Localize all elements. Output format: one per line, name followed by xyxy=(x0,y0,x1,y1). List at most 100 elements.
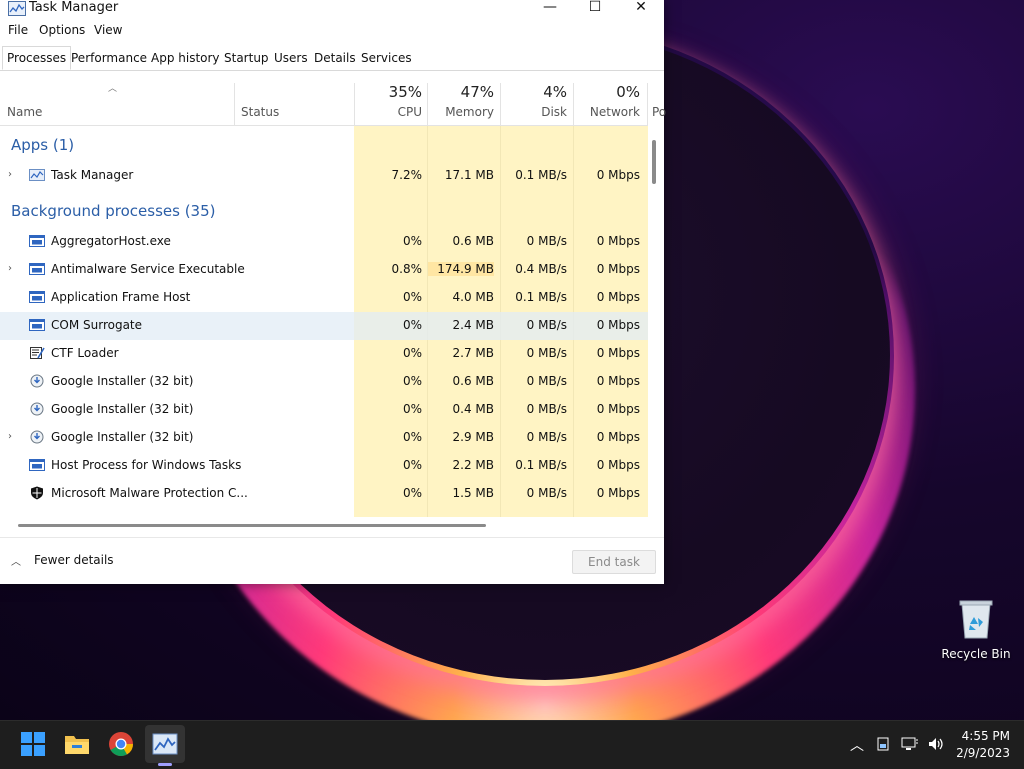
process-row[interactable]: AggregatorHost.exe 0% 0.6 MB 0 MB/s 0 Mbps xyxy=(0,228,648,256)
process-memory: 4.0 MB xyxy=(452,290,494,304)
end-task-button[interactable]: End task xyxy=(572,550,656,574)
process-memory: 1.5 MB xyxy=(452,486,494,500)
process-disk: 0 MB/s xyxy=(526,374,567,388)
column-status[interactable]: Status xyxy=(241,105,279,119)
process-row[interactable]: COM Surrogate 0% 2.4 MB 0 MB/s 0 Mbps xyxy=(0,312,648,340)
process-row[interactable]: Application Frame Host 0% 4.0 MB 0.1 MB/s 0 … xyxy=(0,284,648,312)
process-disk: 0 MB/s xyxy=(526,234,567,248)
column-headers: ︿ Name Status 35% CPU 47% Memory 4% Disk… xyxy=(0,83,666,126)
process-row[interactable]: › Task Manager 7.2% 17.1 MB 0.1 MB/s 0 Mbps xyxy=(0,162,648,190)
chevron-up-icon[interactable]: ︿ xyxy=(11,553,21,568)
process-disk: 0 MB/s xyxy=(526,402,567,416)
process-memory: 2.7 MB xyxy=(452,346,494,360)
chevron-right-icon[interactable]: › xyxy=(8,263,12,274)
menu-view[interactable]: View xyxy=(94,23,122,37)
recycle-bin-icon xyxy=(959,600,993,639)
process-row[interactable]: › Google Installer (32 bit) 0% 2.9 MB 0 MB/s… xyxy=(0,424,648,452)
process-name: AggregatorHost.exe xyxy=(51,234,171,248)
column-name[interactable]: Name xyxy=(7,105,42,119)
memory-total[interactable]: 47% xyxy=(432,83,494,101)
horizontal-scrollbar[interactable] xyxy=(18,524,486,527)
usb-device-icon[interactable] xyxy=(876,737,890,751)
menu-file[interactable]: File xyxy=(8,23,28,37)
task-manager-window: Task Manager — ☐ ✕ File Options View Pro… xyxy=(0,0,666,585)
process-network: 0 Mbps xyxy=(596,262,640,276)
process-name: Application Frame Host xyxy=(51,290,191,304)
task-manager-icon[interactable] xyxy=(152,731,178,757)
title-bar[interactable]: Task Manager — ☐ ✕ xyxy=(0,0,664,18)
process-memory: 0.6 MB xyxy=(452,234,494,248)
clock-date[interactable]: 2/9/2023 xyxy=(950,746,1010,760)
chevron-right-icon[interactable]: › xyxy=(8,169,12,180)
tab-users[interactable]: Users xyxy=(270,47,312,69)
tab-services[interactable]: Services xyxy=(357,47,416,69)
tab-app-history[interactable]: App history xyxy=(147,47,224,69)
chevron-up-icon[interactable]: ︿ xyxy=(850,735,864,755)
installer-icon xyxy=(29,402,45,416)
process-row[interactable]: Microsoft Malware Protection C... 0% 1.5 M… xyxy=(0,480,648,508)
cpu-total[interactable]: 35% xyxy=(360,83,422,101)
process-row[interactable]: Host Process for Windows Tasks 0% 2.2 MB 0.… xyxy=(0,452,648,480)
column-disk[interactable]: Disk xyxy=(505,105,567,119)
network-total[interactable]: 0% xyxy=(578,83,640,101)
column-separator[interactable] xyxy=(573,83,574,125)
column-separator[interactable] xyxy=(427,83,428,125)
column-power[interactable]: Po xyxy=(652,105,666,119)
menu-options[interactable]: Options xyxy=(39,23,85,37)
task-manager-app-icon xyxy=(8,1,26,16)
chrome-icon[interactable] xyxy=(108,731,134,757)
network-icon[interactable] xyxy=(901,736,919,752)
taskbar: ︿ 4:55 PM 2/9/2023 xyxy=(0,720,1024,769)
column-network[interactable]: Network xyxy=(578,105,640,119)
column-memory[interactable]: Memory xyxy=(432,105,494,119)
process-name: Host Process for Windows Tasks xyxy=(51,458,242,472)
process-name: COM Surrogate xyxy=(51,318,143,332)
disk-total[interactable]: 4% xyxy=(505,83,567,101)
file-explorer-icon[interactable] xyxy=(64,731,90,757)
process-row[interactable]: CTF Loader 0% 2.7 MB 0 MB/s 0 Mbps xyxy=(0,340,648,368)
installer-icon xyxy=(29,374,45,388)
column-separator[interactable] xyxy=(647,83,648,125)
close-button[interactable]: ✕ xyxy=(619,0,663,18)
vertical-scrollbar[interactable] xyxy=(652,140,656,184)
tab-performance[interactable]: Performance xyxy=(67,47,151,69)
tab-startup[interactable]: Startup xyxy=(220,47,273,69)
process-row[interactable]: › Antimalware Service Executable 0.8% 174.9… xyxy=(0,256,648,284)
footer-bar: ︿ Fewer details End task xyxy=(0,537,664,585)
process-memory: 174.9 MB xyxy=(428,262,494,276)
process-disk: 0.1 MB/s xyxy=(515,290,567,304)
process-network: 0 Mbps xyxy=(596,318,640,332)
process-row[interactable]: Google Installer (32 bit) 0% 0.4 MB 0 MB/s 0… xyxy=(0,396,648,424)
maximize-button[interactable]: ☐ xyxy=(573,0,617,18)
windows-start-icon[interactable] xyxy=(20,731,46,757)
process-memory: 0.4 MB xyxy=(452,402,494,416)
column-separator[interactable] xyxy=(234,83,235,125)
column-separator[interactable] xyxy=(500,83,501,125)
volume-icon[interactable] xyxy=(927,736,945,752)
group-apps: Apps (1) xyxy=(11,136,75,154)
tab-details[interactable]: Details xyxy=(310,47,360,69)
process-disk: 0.1 MB/s xyxy=(515,168,567,182)
process-list: Apps (1) › Task Manager 7.2% 17.1 MB 0.1 MB/… xyxy=(0,126,648,517)
fewer-details-link[interactable]: Fewer details xyxy=(34,553,114,567)
ctf-loader-icon xyxy=(29,346,45,360)
column-separator[interactable] xyxy=(354,83,355,125)
column-cpu[interactable]: CPU xyxy=(360,105,422,119)
process-disk: 0 MB/s xyxy=(526,318,567,332)
window-app-icon xyxy=(29,458,45,472)
tab-processes[interactable]: Processes xyxy=(2,46,72,70)
process-name: Google Installer (32 bit) xyxy=(51,374,194,388)
sort-ascending-icon: ︿ xyxy=(108,84,118,94)
clock-time[interactable]: 4:55 PM xyxy=(960,729,1010,743)
installer-icon xyxy=(29,430,45,444)
process-network: 0 Mbps xyxy=(596,402,640,416)
taskmanager-icon xyxy=(29,168,45,182)
minimize-button[interactable]: — xyxy=(528,0,572,18)
process-cpu: 0.8% xyxy=(391,262,423,276)
process-network: 0 Mbps xyxy=(596,168,640,182)
process-name: Microsoft Malware Protection C... xyxy=(51,486,248,500)
process-network: 0 Mbps xyxy=(596,430,640,444)
chevron-right-icon[interactable]: › xyxy=(8,431,12,442)
recycle-bin-shortcut[interactable]: Recycle Bin xyxy=(940,596,1012,666)
process-row[interactable]: Google Installer (32 bit) 0% 0.6 MB 0 MB/s 0… xyxy=(0,368,648,396)
